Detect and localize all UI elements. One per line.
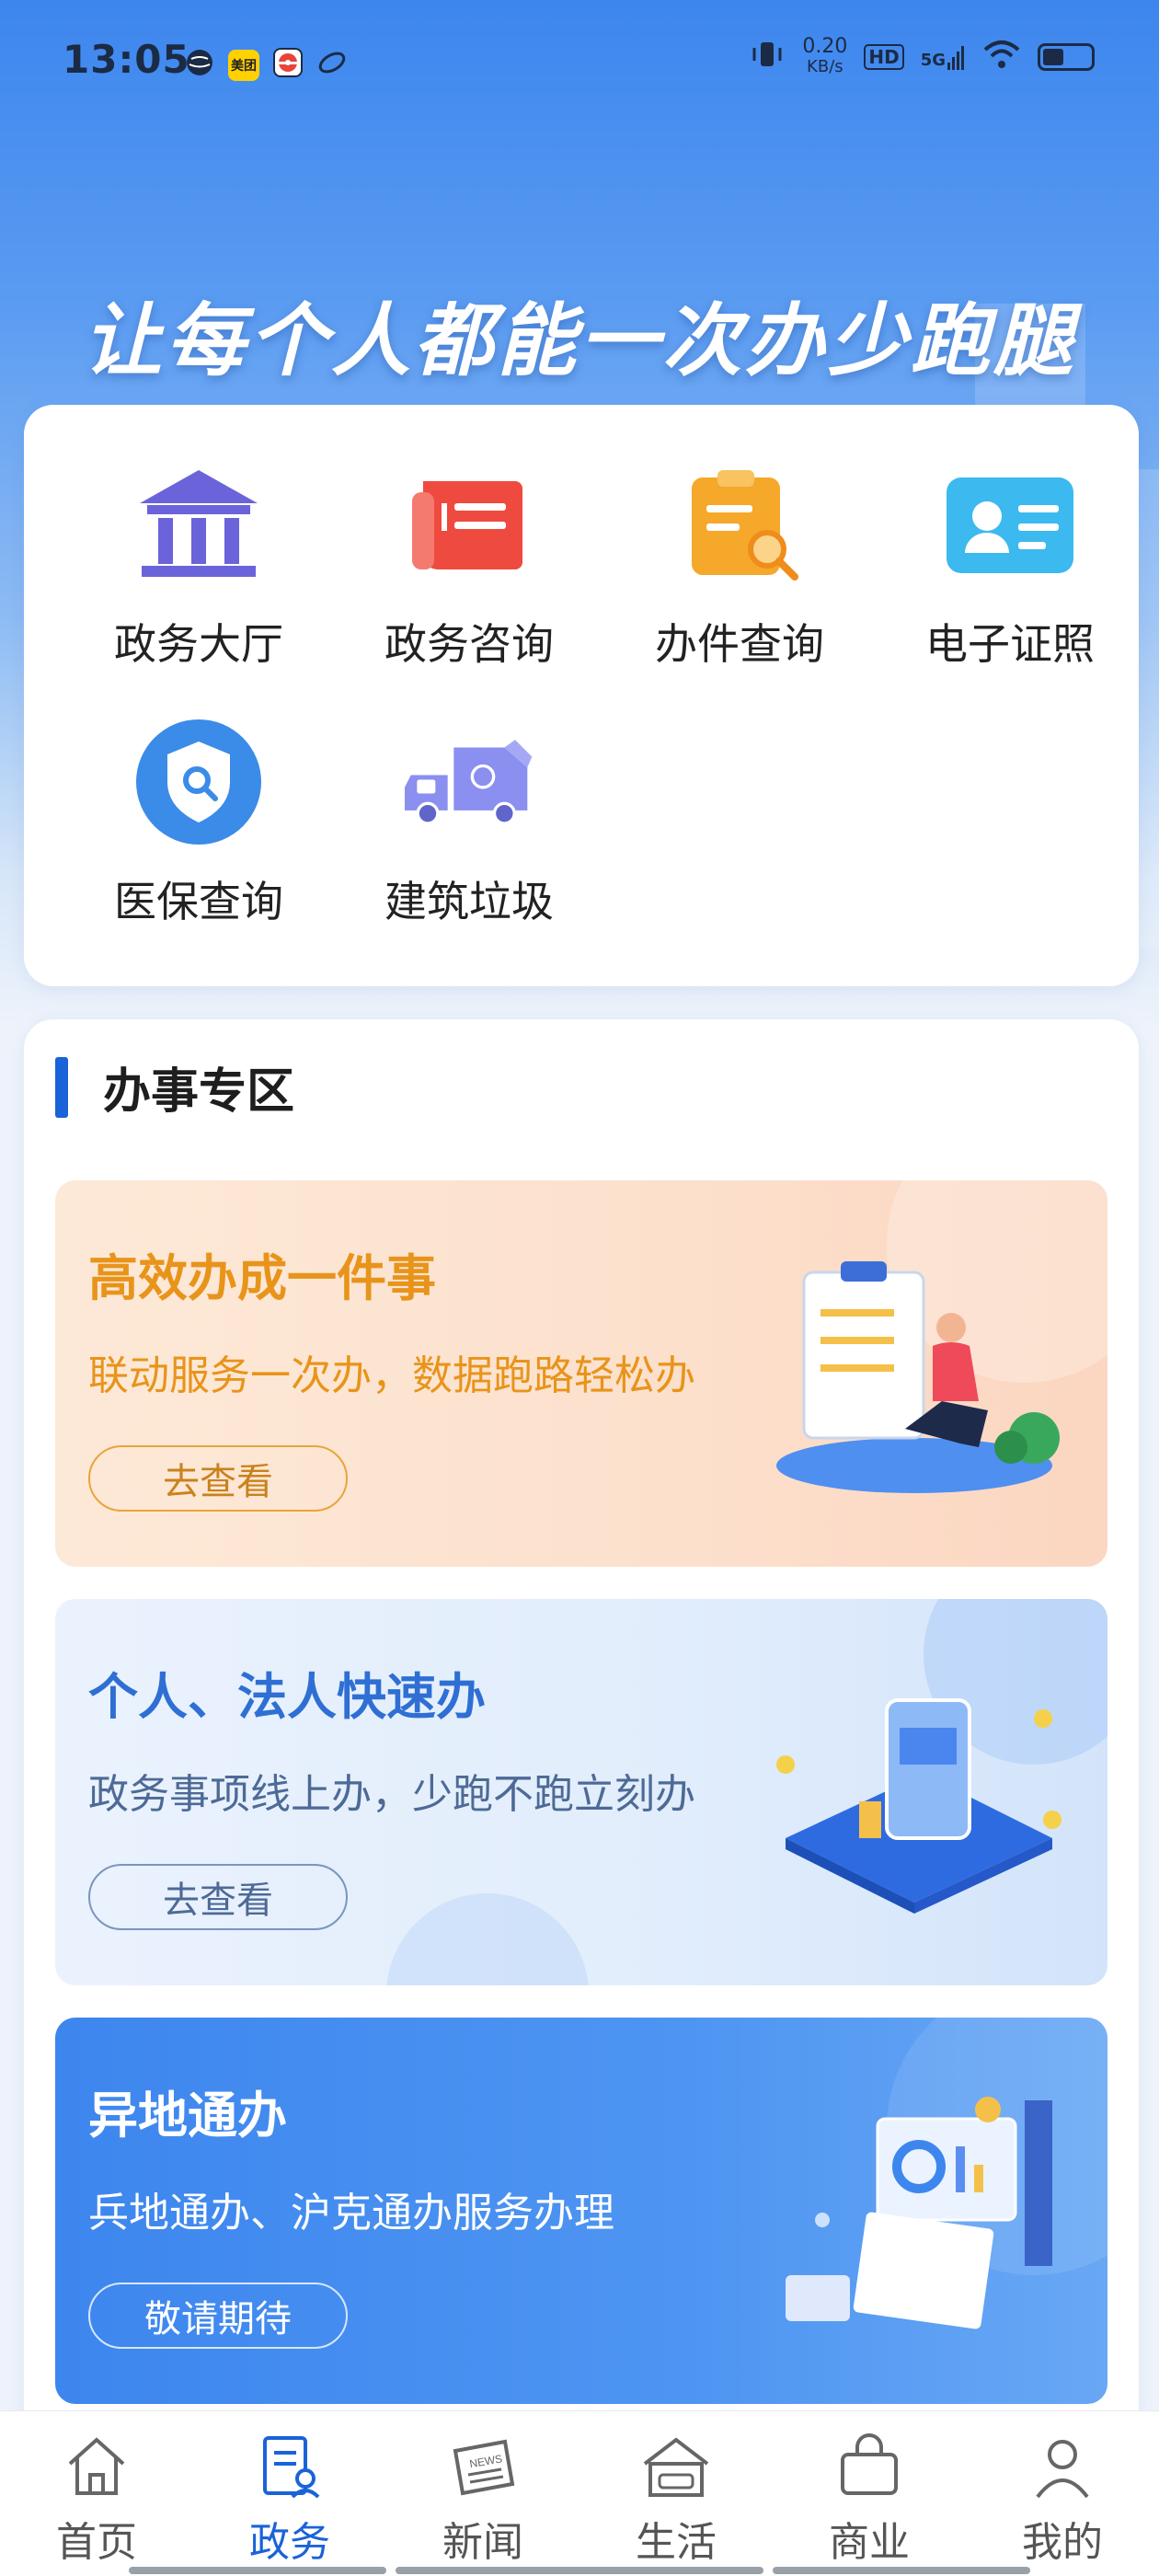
banner-desc: 政务事项线上办，少跑不跑立刻办 <box>88 1771 695 1818</box>
net-speed: 0.20 KB/s <box>802 35 848 77</box>
home-icon <box>18 2428 175 2505</box>
isometric-phone-illustration <box>767 1663 1071 1930</box>
shopping-bag-icon <box>791 2428 947 2505</box>
service-label: 政务大厅 <box>114 619 283 669</box>
banner-desc: 联动服务一次办，数据跑路轻松办 <box>88 1352 695 1399</box>
coming-soon-button[interactable]: 敬请期待 <box>88 2283 348 2349</box>
banner-desc: 兵地通办、沪克通办服务办理 <box>88 2190 614 2237</box>
status-time: 13:05 <box>63 37 190 82</box>
banner-remote-service[interactable]: 异地通办 兵地通办、沪克通办服务办理 敬请期待 <box>55 2018 1107 2404</box>
banner-title: 高效办成一件事 <box>88 1249 436 1307</box>
government-building-icon <box>130 460 268 589</box>
user-icon <box>984 2428 1141 2505</box>
tab-gov-affairs[interactable]: 政务 <box>212 2428 368 2568</box>
wifi-icon <box>982 39 1021 75</box>
svg-text:NEWS: NEWS <box>468 2452 503 2470</box>
tab-news[interactable]: NEWS 新闻 <box>405 2428 561 2568</box>
tab-business[interactable]: 商业 <box>791 2428 947 2568</box>
banner-title: 个人、法人快速办 <box>88 1668 486 1726</box>
gesture-bar <box>396 2567 763 2574</box>
signal-5g-icon: 5G <box>921 44 966 70</box>
news-icon: NEWS <box>405 2428 561 2505</box>
service-e-license[interactable]: 电子证照 <box>890 460 1130 681</box>
tab-label: 首页 <box>56 2519 137 2566</box>
gesture-bar <box>129 2567 386 2574</box>
life-icon <box>598 2428 754 2505</box>
shield-search-icon <box>130 718 268 846</box>
banner-title: 异地通办 <box>88 2087 287 2145</box>
service-label: 建筑垃圾 <box>384 877 554 926</box>
service-construction-waste[interactable]: 建筑垃圾 <box>350 718 589 938</box>
gesture-bar <box>773 2567 1030 2574</box>
gov-affairs-icon <box>212 2428 368 2505</box>
pokeball-icon <box>272 42 304 87</box>
clipboard-person-illustration <box>767 1245 1071 1512</box>
battery-icon <box>1038 43 1095 71</box>
service-label: 办件查询 <box>655 619 824 669</box>
vibrate-icon <box>749 39 786 75</box>
dashboard-illustration <box>767 2082 1071 2349</box>
service-gov-hall[interactable]: 政务大厅 <box>79 460 318 681</box>
banner-fast-service[interactable]: 个人、法人快速办 政务事项线上办，少跑不跑立刻办 去查看 <box>55 1599 1107 1985</box>
service-gov-consult[interactable]: 政务咨询 <box>350 460 589 681</box>
tab-label: 新闻 <box>442 2519 523 2566</box>
tab-life[interactable]: 生活 <box>598 2428 754 2568</box>
service-zone-card: 办事专区 高效办成一件事 联动服务一次办，数据跑路轻松办 去查看 个人、法人快速… <box>24 1019 1139 2436</box>
section-accent-bar <box>55 1056 68 1118</box>
service-case-query[interactable]: 办件查询 <box>620 460 859 681</box>
hd-icon: HD <box>864 44 904 70</box>
consult-document-icon <box>400 460 538 589</box>
clipboard-search-icon <box>671 460 809 589</box>
tab-label: 政务 <box>249 2519 330 2566</box>
view-button[interactable]: 去查看 <box>88 1445 348 1512</box>
status-bar: 13:05 美团 0.20 KB/s HD 5G <box>0 0 1159 120</box>
tab-mine[interactable]: 我的 <box>984 2428 1141 2568</box>
globe-icon <box>184 42 215 87</box>
banner-efficient-service[interactable]: 高效办成一件事 联动服务一次办，数据跑路轻松办 去查看 <box>55 1180 1107 1567</box>
leaf-icon <box>316 42 348 87</box>
meituan-icon: 美团 <box>228 49 259 81</box>
bottom-tab-bar: 首页 政务 NEWS 新闻 生活 商业 我的 <box>0 2410 1159 2576</box>
tab-label: 我的 <box>1022 2519 1103 2566</box>
section-header: 办事专区 <box>55 1052 294 1121</box>
hero-slogan: 让每个人都能一次办少跑腿 <box>83 295 1076 387</box>
section-title: 办事专区 <box>103 1064 295 1120</box>
service-medical-insurance[interactable]: 医保查询 <box>79 718 318 938</box>
service-label: 电子证照 <box>925 619 1095 669</box>
garbage-truck-icon <box>400 718 538 846</box>
tab-label: 生活 <box>636 2519 717 2566</box>
tab-home[interactable]: 首页 <box>18 2428 175 2568</box>
services-card: 政务大厅 政务咨询 办件查询 电子证照 医保查询 建筑垃圾 <box>24 405 1139 986</box>
tab-label: 商业 <box>829 2519 910 2566</box>
view-button[interactable]: 去查看 <box>88 1864 348 1930</box>
service-label: 医保查询 <box>114 877 283 926</box>
service-label: 政务咨询 <box>384 619 554 669</box>
id-card-icon <box>941 460 1079 589</box>
